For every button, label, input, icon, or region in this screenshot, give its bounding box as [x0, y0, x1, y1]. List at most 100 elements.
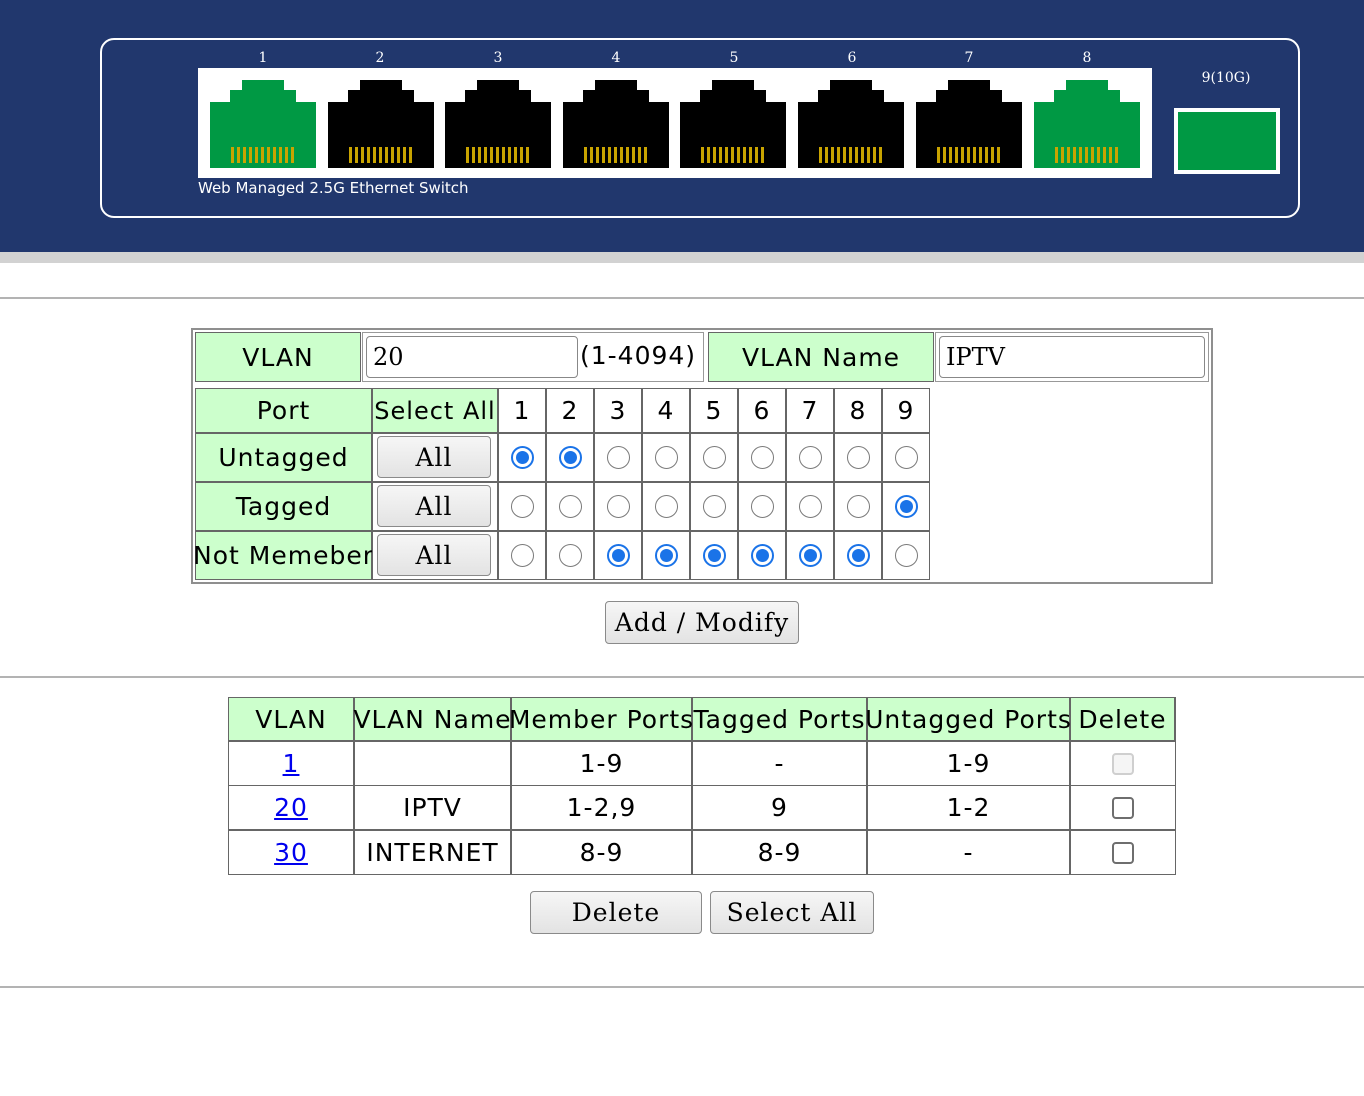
table-cell-text: 1-2,9 [566, 793, 637, 822]
port-8-untagged-radio[interactable] [846, 446, 870, 469]
port-column-header: 9 [882, 388, 930, 433]
table-cell-text: 1-9 [946, 749, 991, 778]
table-cell-delete [1070, 785, 1176, 830]
delete-button[interactable]: Delete [530, 891, 702, 934]
port-column-header: 6 [738, 388, 786, 433]
port-2-untagged-radio[interactable] [558, 446, 582, 469]
radio-cell [498, 482, 546, 531]
port-1-tagged-radio[interactable] [510, 495, 534, 518]
port-5-not-member-radio[interactable] [702, 544, 726, 567]
port-3-untagged-radio[interactable] [606, 446, 630, 469]
delete-checkbox[interactable] [1112, 841, 1134, 864]
add-modify-button[interactable]: Add / Modify [605, 601, 799, 644]
radio-cell [498, 531, 546, 580]
port-4-not-member-radio[interactable] [654, 544, 678, 567]
port-number-label: 5 [729, 50, 739, 66]
radio-cell [786, 433, 834, 482]
col-delete-header: Delete [1070, 697, 1176, 741]
port-5-tagged-radio[interactable] [702, 495, 726, 518]
rj45-port-icon[interactable] [210, 80, 316, 168]
radio-cell [834, 433, 882, 482]
divider [0, 676, 1364, 678]
radio-cell [882, 433, 930, 482]
table-cell-member: 8-9 [511, 830, 692, 875]
rj45-port-icon[interactable] [563, 80, 669, 168]
table-cell-text: 1-2 [946, 793, 991, 822]
radio-cell [834, 531, 882, 580]
table-cell-tagged: 8-9 [692, 830, 867, 875]
port-7-tagged-radio[interactable] [798, 495, 822, 518]
radio-cell [546, 482, 594, 531]
port-3-not-member-radio[interactable] [606, 544, 630, 567]
radio-cell [882, 531, 930, 580]
port-5-untagged-radio[interactable] [702, 446, 726, 469]
port-2-tagged-radio[interactable] [558, 495, 582, 518]
col-vlan-name-header: VLAN Name [353, 697, 511, 741]
vlan-name-input[interactable]: IPTV [939, 336, 1205, 378]
port-9-not-member-radio[interactable] [894, 544, 918, 567]
table-cell-member: 1-2,9 [511, 785, 692, 830]
radio-cell [690, 433, 738, 482]
table-cell-text: 8-9 [579, 838, 624, 867]
port-6-not-member-radio[interactable] [750, 544, 774, 567]
port-2-not-member-radio[interactable] [558, 544, 582, 567]
select-all-tagged-button[interactable]: All [377, 485, 491, 527]
table-cell-vlan: 1 [228, 741, 354, 786]
port-number-label: 6 [847, 50, 857, 66]
vlan-id-input[interactable]: 20 [366, 336, 578, 378]
port-3-tagged-radio[interactable] [606, 495, 630, 518]
rj45-port-icon[interactable] [798, 80, 904, 168]
select-all-header: Select All [372, 388, 498, 433]
radio-cell [642, 482, 690, 531]
sfp-port-icon[interactable] [1174, 108, 1280, 174]
port-column-header: 4 [642, 388, 690, 433]
rj45-port-icon[interactable] [445, 80, 551, 168]
radio-cell [786, 482, 834, 531]
port-8-not-member-radio[interactable] [846, 544, 870, 567]
vlan-id-link[interactable]: 30 [274, 838, 308, 867]
delete-checkbox[interactable] [1112, 796, 1134, 819]
col-tagged-ports-header: Tagged Ports [692, 697, 867, 741]
radio-cell [594, 531, 642, 580]
radio-cell [642, 531, 690, 580]
row-label-not-member: Not Memeber [193, 531, 373, 580]
radio-cell [594, 433, 642, 482]
port-8-tagged-radio[interactable] [846, 495, 870, 518]
select-all-not-member-button[interactable]: All [377, 534, 491, 576]
row-label-untagged: Untagged [195, 433, 372, 482]
port-number-label: 4 [611, 50, 621, 66]
port-column-header: 3 [594, 388, 642, 433]
table-cell-text: 8-9 [757, 838, 802, 867]
radio-cell [786, 531, 834, 580]
port-7-not-member-radio[interactable] [798, 544, 822, 567]
port-column-header: 2 [546, 388, 594, 433]
port-9-tagged-radio[interactable] [894, 495, 918, 518]
port-6-untagged-radio[interactable] [750, 446, 774, 469]
rj45-port-icon[interactable] [916, 80, 1022, 168]
port-9-untagged-radio[interactable] [894, 446, 918, 469]
port-4-tagged-radio[interactable] [654, 495, 678, 518]
rj45-port-icon[interactable] [680, 80, 786, 168]
select-all-untagged-button[interactable]: All [377, 436, 491, 478]
divider [0, 297, 1364, 299]
port-1-untagged-radio[interactable] [510, 446, 534, 469]
vlan-id-link[interactable]: 1 [283, 749, 300, 778]
vlan-id-link[interactable]: 20 [274, 793, 308, 822]
table-cell-delete [1070, 830, 1176, 875]
table-cell-name: IPTV [354, 785, 511, 830]
divider [0, 986, 1364, 988]
rj45-port-icon[interactable] [328, 80, 434, 168]
port-4-untagged-radio[interactable] [654, 446, 678, 469]
port-number-label: 7 [964, 50, 974, 66]
rj45-port-icon[interactable] [1034, 80, 1140, 168]
header-underline [0, 252, 1364, 263]
select-all-button[interactable]: Select All [710, 891, 874, 934]
delete-checkbox [1112, 752, 1134, 775]
port-1-not-member-radio[interactable] [510, 544, 534, 567]
radio-cell [690, 482, 738, 531]
port-7-untagged-radio[interactable] [798, 446, 822, 469]
radio-cell [546, 531, 594, 580]
row-label-tagged: Tagged [195, 482, 372, 531]
table-cell-delete [1070, 741, 1176, 786]
port-6-tagged-radio[interactable] [750, 495, 774, 518]
